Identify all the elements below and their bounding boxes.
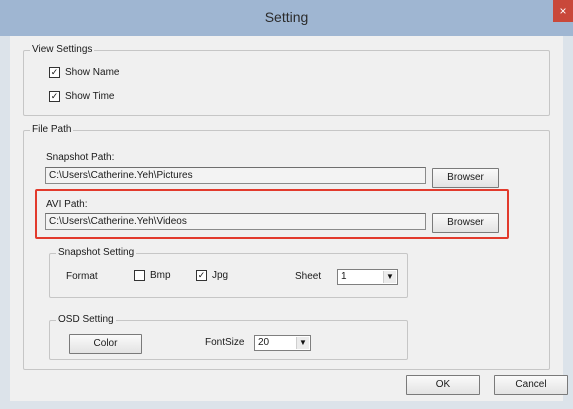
avi-path-label: AVI Path: [46,199,88,210]
chevron-down-icon[interactable]: ▼ [383,271,396,283]
avi-browse-button[interactable]: Browser [432,213,499,233]
format-label: Format [66,271,98,282]
osd-setting-legend: OSD Setting [56,314,116,326]
sheet-label: Sheet [295,271,322,282]
title-bar[interactable]: Setting × [0,0,573,36]
show-time-checkbox[interactable]: ✓ [49,91,60,102]
close-button[interactable]: × [553,0,573,22]
settings-dialog: Setting × View Settings ✓ Show Name ✓ Sh… [0,0,573,409]
cancel-button[interactable]: Cancel [494,375,568,395]
snapshot-path-input[interactable]: C:\Users\Catherine.Yeh\Pictures [45,167,426,184]
show-name-label: Show Name [65,67,120,78]
chevron-down-icon[interactable]: ▼ [296,337,309,349]
fontsize-label: FontSize [205,337,245,348]
show-name-checkbox-row[interactable]: ✓ Show Name [49,67,119,78]
view-settings-group: View Settings ✓ Show Name ✓ Show Time [23,44,550,116]
dialog-body: View Settings ✓ Show Name ✓ Show Time Fi… [10,36,568,401]
color-button[interactable]: Color [69,334,142,354]
jpg-checkbox-row[interactable]: ✓ Jpg [196,270,228,281]
avi-path-input[interactable]: C:\Users\Catherine.Yeh\Videos [45,213,426,230]
osd-setting-group: OSD Setting Color FontSize 20 ▼ [49,314,408,360]
bmp-label: Bmp [150,270,171,281]
jpg-label: Jpg [212,270,229,281]
bmp-checkbox-row[interactable]: Bmp [134,270,171,281]
ok-button[interactable]: OK [406,375,480,395]
window-title: Setting [264,9,309,25]
fontsize-dropdown[interactable]: 20 ▼ [254,335,311,351]
snapshot-setting-legend: Snapshot Setting [56,247,137,259]
jpg-checkbox[interactable]: ✓ [196,270,207,281]
file-path-legend: File Path [30,124,74,136]
snapshot-setting-group: Snapshot Setting Format Bmp ✓ Jpg Sheet … [49,247,408,298]
sheet-value: 1 [341,271,347,282]
show-name-checkbox[interactable]: ✓ [49,67,60,78]
snapshot-browse-button[interactable]: Browser [432,168,499,188]
sheet-dropdown[interactable]: 1 ▼ [337,269,398,285]
view-settings-legend: View Settings [30,44,95,56]
fontsize-value: 20 [258,337,270,348]
show-time-checkbox-row[interactable]: ✓ Show Time [49,91,114,102]
snapshot-path-label: Snapshot Path: [46,152,115,163]
file-path-group: File Path Snapshot Path: C:\Users\Cather… [23,124,550,370]
bmp-checkbox[interactable] [134,270,145,281]
show-time-label: Show Time [65,91,115,102]
